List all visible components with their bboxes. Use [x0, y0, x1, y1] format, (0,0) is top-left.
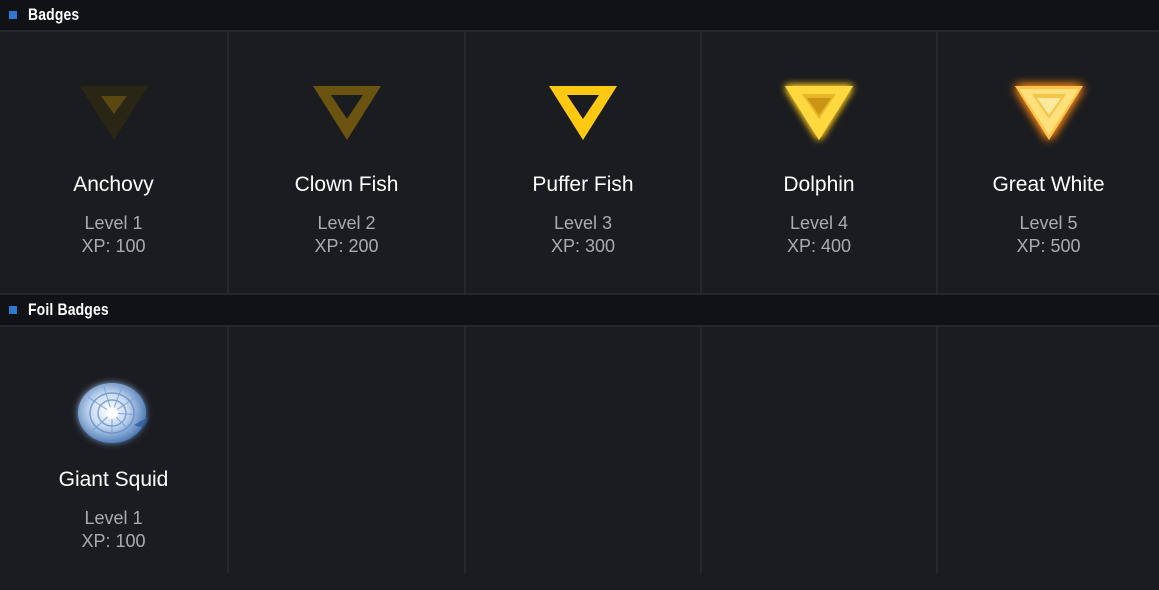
badge-card-great-white[interactable]: Great White Level 5 XP: 500: [938, 32, 1159, 293]
triangle-badge-icon: [549, 86, 617, 140]
badge-name: Dolphin: [783, 173, 855, 196]
empty-badge-slot: [938, 327, 1159, 573]
badge-xp: XP: 300: [550, 236, 616, 256]
badge-card-giant-squid[interactable]: Giant Squid Level 1 XP: 100: [0, 327, 229, 573]
badges-section-header: Badges: [0, 0, 1159, 32]
badge-name: Giant Squid: [58, 468, 169, 491]
badge-level: Level 3: [553, 213, 613, 233]
badge-level: Level 5: [1019, 213, 1078, 233]
empty-badge-slot: [229, 327, 466, 573]
section-title: Badges: [28, 5, 80, 24]
glowing-triangle-badge-icon: [1014, 86, 1083, 140]
triangle-badge-icon: [79, 86, 148, 140]
badge-level: Level 1: [84, 213, 143, 233]
badge-card-puffer-fish[interactable]: Puffer Fish Level 3 XP: 300: [466, 32, 702, 293]
section-marker: [9, 306, 17, 314]
badge-card-clown-fish[interactable]: Clown Fish Level 2 XP: 200: [229, 32, 466, 293]
badges-grid: Anchovy Level 1 XP: 100 Clown Fish Level…: [0, 32, 1159, 295]
badge-card-dolphin[interactable]: Dolphin Level 4 XP: 400: [702, 32, 938, 293]
badge-xp: XP: 400: [786, 236, 852, 256]
badge-xp: XP: 100: [81, 236, 146, 256]
badge-name: Great White: [992, 173, 1105, 196]
badge-level: Level 2: [317, 213, 376, 233]
badge-name: Puffer Fish: [532, 173, 634, 196]
nautilus-shell-icon: [77, 383, 148, 443]
foil-badges-section-header: Foil Badges: [0, 295, 1159, 327]
badge-name: Clown Fish: [294, 173, 399, 196]
empty-badge-slot: [702, 327, 938, 573]
glowing-triangle-badge-icon: [785, 86, 853, 140]
badge-name: Anchovy: [73, 173, 154, 196]
badge-xp: XP: 100: [81, 531, 146, 551]
triangle-badge-icon: [312, 86, 381, 140]
empty-badge-slot: [466, 327, 702, 573]
badge-xp: XP: 500: [1016, 236, 1081, 256]
badge-card-anchovy[interactable]: Anchovy Level 1 XP: 100: [0, 32, 229, 293]
badge-xp: XP: 200: [314, 236, 379, 256]
badge-level: Level 1: [84, 508, 143, 528]
section-marker: [9, 11, 17, 19]
foil-badges-grid: Giant Squid Level 1 XP: 100: [0, 327, 1159, 573]
section-title: Foil Badges: [28, 300, 109, 319]
badge-level: Level 4: [789, 213, 849, 233]
